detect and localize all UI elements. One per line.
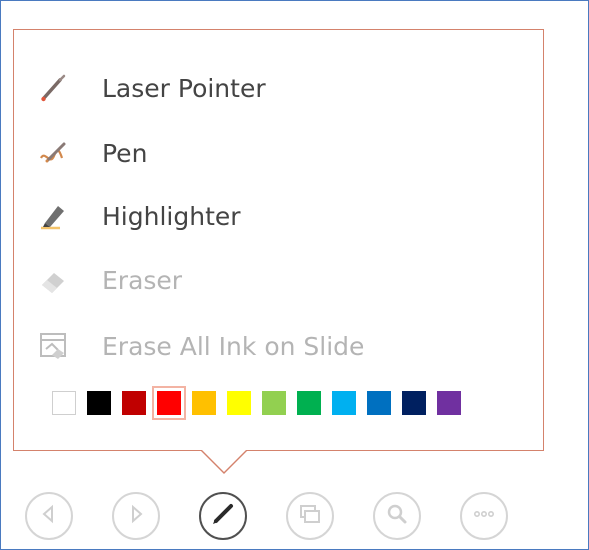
color-swatch-red[interactable]	[152, 386, 186, 420]
highlighter-icon	[38, 201, 68, 231]
erase-all-ink-icon	[38, 331, 68, 361]
more-options-icon	[472, 502, 496, 530]
menu-item-label: Highlighter	[102, 201, 241, 231]
next-slide-button[interactable]	[112, 492, 160, 540]
zoom-button[interactable]	[373, 492, 421, 540]
laser-pointer-icon	[38, 73, 68, 103]
menu-item-label: Laser Pointer	[102, 73, 266, 103]
color-swatch-blue[interactable]	[367, 391, 391, 415]
color-swatch-black[interactable]	[87, 391, 111, 415]
eraser-icon	[38, 265, 68, 295]
previous-slide-button[interactable]	[25, 492, 73, 540]
color-swatch-green[interactable]	[297, 391, 321, 415]
zoom-icon	[385, 502, 409, 530]
color-swatch-dark-red[interactable]	[122, 391, 146, 415]
color-swatch-white[interactable]	[52, 391, 76, 415]
ink-color-palette	[52, 386, 472, 420]
slideshow-toolbar	[25, 492, 545, 544]
menu-pointer-fill	[201, 449, 247, 472]
pen-tool-button[interactable]	[199, 492, 247, 540]
menu-item-laser-pointer[interactable]: Laser Pointer	[38, 68, 508, 108]
previous-slide-icon	[39, 504, 59, 528]
menu-item-erase-all-ink: Erase All Ink on Slide	[38, 326, 508, 366]
slide-sorter-icon	[298, 502, 322, 530]
slide-sorter-button[interactable]	[286, 492, 334, 540]
menu-item-label: Erase All Ink on Slide	[102, 331, 365, 361]
color-swatch-yellow[interactable]	[227, 391, 251, 415]
next-slide-icon	[126, 504, 146, 528]
pen-tool-icon	[210, 501, 236, 531]
color-swatch-purple[interactable]	[437, 391, 461, 415]
color-swatch-orange[interactable]	[192, 391, 216, 415]
color-swatch-dark-blue[interactable]	[402, 391, 426, 415]
color-swatch-light-green[interactable]	[262, 391, 286, 415]
menu-item-label: Pen	[102, 138, 148, 168]
menu-item-label: Eraser	[102, 265, 183, 295]
menu-item-pen[interactable]: Pen	[38, 133, 508, 173]
pen-icon	[38, 138, 68, 168]
color-swatch-light-blue[interactable]	[332, 391, 356, 415]
more-options-button[interactable]	[460, 492, 508, 540]
menu-item-highlighter[interactable]: Highlighter	[38, 196, 508, 236]
menu-item-eraser: Eraser	[38, 260, 508, 300]
